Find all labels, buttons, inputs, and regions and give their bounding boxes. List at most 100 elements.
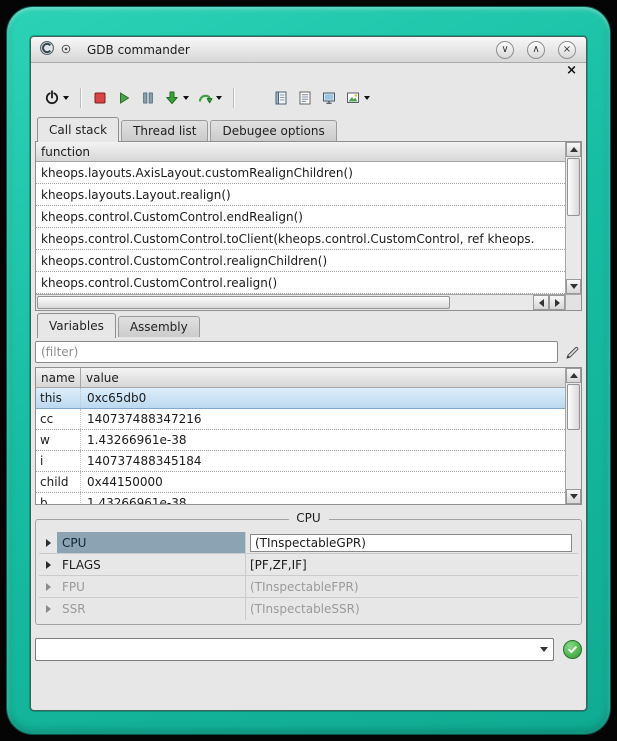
- scroll-down-button[interactable]: [566, 279, 581, 294]
- gdb-command-input[interactable]: [36, 639, 535, 660]
- expand-button[interactable]: [39, 576, 57, 597]
- value-editor[interactable]: (TInspectableGPR): [250, 534, 572, 552]
- chevron-down-icon: [364, 96, 370, 100]
- column-header-value[interactable]: value: [81, 368, 565, 387]
- maximize-button[interactable]: ∧: [527, 41, 545, 59]
- callstack-row[interactable]: kheops.control.CustomControl.toClient(kh…: [36, 228, 565, 250]
- image-icon: [345, 90, 361, 106]
- cpu-row-disabled[interactable]: FPU (TInspectableFPR): [39, 576, 578, 598]
- variable-row[interactable]: w 1.43266961e-38: [36, 430, 565, 451]
- scrollbar-track[interactable]: [566, 431, 581, 489]
- close-button[interactable]: ×: [558, 41, 576, 59]
- triangle-right-icon: [555, 299, 560, 307]
- scroll-right-button[interactable]: [549, 295, 565, 310]
- tab-variables[interactable]: Variables: [37, 313, 116, 338]
- call-stack-panel: function kheops.layouts.AxisLayout.custo…: [35, 141, 582, 311]
- command-row: [35, 638, 582, 661]
- scroll-up-button[interactable]: [566, 142, 581, 157]
- step-over-button[interactable]: [194, 85, 225, 111]
- tab-thread-list[interactable]: Thread list: [121, 120, 208, 141]
- callstack-tabbar: Call stack Thread list Debugee options: [31, 115, 586, 141]
- variable-row[interactable]: i 140737488345184: [36, 451, 565, 472]
- titlebar[interactable]: GDB commander ∨ ∧ ×: [31, 37, 586, 63]
- scrollbar-thumb[interactable]: [567, 384, 580, 430]
- expand-button[interactable]: [39, 554, 57, 575]
- triangle-right-icon: [46, 539, 51, 547]
- pause-button[interactable]: [137, 85, 159, 111]
- triangle-down-icon: [570, 284, 578, 289]
- callstack-row[interactable]: kheops.control.CustomControl.realignChil…: [36, 250, 565, 272]
- desktop-background: GDB commander ∨ ∧ × ×: [0, 0, 617, 741]
- power-icon: [44, 90, 60, 106]
- variables-panel: name value this 0xc65db0 cc 140737488347…: [35, 367, 582, 505]
- power-button[interactable]: [41, 85, 72, 111]
- stop-button[interactable]: [89, 85, 111, 111]
- variables-header-row: name value: [36, 368, 565, 388]
- tab-debugee-options[interactable]: Debugee options: [210, 120, 336, 141]
- triangle-down-icon: [570, 494, 578, 499]
- debug-toolbar: [31, 81, 586, 115]
- tab-assembly[interactable]: Assembly: [118, 316, 200, 337]
- variable-row[interactable]: b 1.43266961e-38: [36, 493, 565, 504]
- scrollbar-thumb[interactable]: [567, 158, 580, 216]
- monitor-button[interactable]: [318, 85, 340, 111]
- column-header-function[interactable]: function: [36, 142, 95, 161]
- run-button[interactable]: [113, 85, 135, 111]
- documents-button[interactable]: [270, 85, 292, 111]
- filter-row: [35, 341, 580, 363]
- variables-tabbar: Variables Assembly: [31, 311, 586, 337]
- cpu-inspector-group: CPU CPU (TInspectableGPR) FLAGS [PF,ZF,I…: [35, 519, 582, 625]
- cpu-row-disabled[interactable]: SSR (TInspectableSSR): [39, 598, 578, 620]
- scroll-down-button[interactable]: [566, 489, 581, 504]
- toolbar-separator: [233, 88, 234, 108]
- pin-icon[interactable]: [61, 43, 71, 57]
- filter-input[interactable]: [35, 341, 558, 363]
- call-stack-table: function kheops.layouts.AxisLayout.custo…: [36, 142, 565, 294]
- callstack-row[interactable]: kheops.layouts.Layout.realign(): [36, 184, 565, 206]
- column-header-name[interactable]: name: [36, 368, 81, 387]
- documents-icon: [273, 90, 289, 106]
- pencil-icon[interactable]: [564, 345, 580, 360]
- scroll-left-button[interactable]: [533, 295, 549, 310]
- callstack-row[interactable]: kheops.control.CustomControl.endRealign(…: [36, 206, 565, 228]
- scrollbar-thumb[interactable]: [37, 296, 450, 309]
- gdb-command-combobox[interactable]: [35, 638, 554, 661]
- step-over-icon: [197, 90, 213, 106]
- cpu-row[interactable]: FLAGS [PF,ZF,IF]: [39, 554, 578, 576]
- variable-row[interactable]: cc 140737488347216: [36, 409, 565, 430]
- shade-button[interactable]: ∨: [496, 41, 514, 59]
- toolbar-separator: [80, 88, 81, 108]
- triangle-right-icon: [46, 583, 51, 591]
- triangle-up-icon: [570, 147, 578, 152]
- groupbox-title: CPU: [288, 511, 328, 525]
- vertical-scrollbar[interactable]: [565, 142, 581, 294]
- list-button[interactable]: [294, 85, 316, 111]
- image-button[interactable]: [342, 85, 373, 111]
- send-command-button[interactable]: [563, 640, 582, 659]
- step-into-icon: [164, 90, 180, 106]
- variable-row[interactable]: child 0x44150000: [36, 472, 565, 493]
- dock-close-button[interactable]: ×: [566, 63, 577, 78]
- cpu-row-selected[interactable]: CPU (TInspectableGPR): [39, 532, 578, 554]
- variable-row-selected[interactable]: this 0xc65db0: [36, 388, 565, 409]
- triangle-right-icon: [46, 561, 51, 569]
- callstack-row[interactable]: kheops.control.CustomControl.realign(): [36, 272, 565, 294]
- vertical-scrollbar[interactable]: [565, 368, 581, 504]
- scrollbar-corner: [565, 294, 581, 310]
- chevron-down-icon: [183, 96, 189, 100]
- pause-icon: [140, 90, 156, 106]
- chevron-down-icon[interactable]: [535, 647, 553, 652]
- expand-button[interactable]: [39, 532, 57, 553]
- tab-call-stack[interactable]: Call stack: [37, 117, 119, 142]
- step-into-button[interactable]: [161, 85, 192, 111]
- scroll-up-button[interactable]: [566, 368, 581, 383]
- callstack-row[interactable]: kheops.layouts.AxisLayout.customRealignC…: [36, 162, 565, 184]
- expand-button[interactable]: [39, 598, 57, 620]
- scrollbar-track[interactable]: [566, 217, 581, 279]
- gdb-commander-window: GDB commander ∨ ∧ × ×: [30, 36, 587, 711]
- scrollbar-track[interactable]: [451, 295, 533, 310]
- window-filler: [31, 661, 586, 710]
- monitor-icon: [321, 90, 337, 106]
- horizontal-scrollbar[interactable]: [36, 294, 565, 310]
- app-icon[interactable]: [39, 40, 55, 59]
